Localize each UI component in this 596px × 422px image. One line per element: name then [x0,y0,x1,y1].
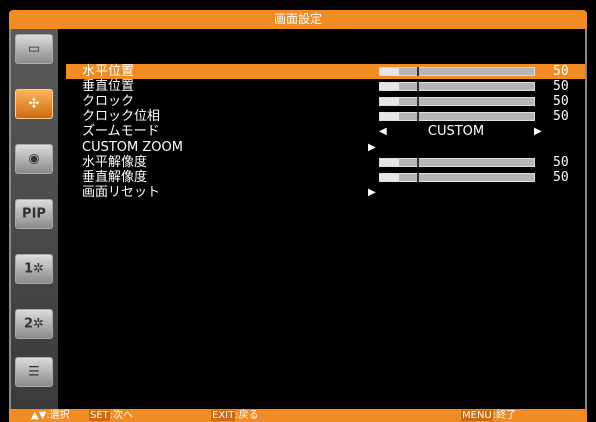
submenu-arrow-icon[interactable]: ▶ [368,186,376,199]
menu-item-label: 水平位置 [82,64,135,79]
screen-settings-icon[interactable]: ✣ [15,89,53,119]
set-hint: SET:次へ [89,409,133,422]
menu-item-value: 50 [553,169,569,185]
setup2-icon[interactable]: 2✲ [15,309,53,339]
menu-hint-text: :終了 [492,410,517,421]
slider-handle[interactable] [416,82,419,92]
menu-item[interactable]: ズームモード ◀ CUSTOM ▶ [66,124,585,139]
menu-item-label: 垂直解像度 [82,169,148,185]
info-icon[interactable]: ☰ [15,357,53,387]
menu-key: MENU [461,410,493,421]
menu-item-label: クロック位相 [82,109,161,125]
menu-item-label: 垂直位置 [82,79,135,95]
setup1-icon-glyph: 1✲ [24,261,44,277]
picture-icon-glyph: ▭ [27,41,41,57]
menu-item-label: CUSTOM ZOOM [82,139,183,155]
menu-item-value: 50 [553,64,569,79]
exit-key: EXIT [211,410,236,421]
set-key: SET [89,410,110,421]
screen-settings-icon-glyph: ✣ [28,96,40,112]
menu-item-value: 50 [553,79,569,95]
menu-item[interactable]: 垂直位置 50 [66,79,585,94]
menu-item-value: 50 [553,109,569,125]
menu-item[interactable]: 画面リセット ▶ [66,185,585,200]
nav-hint: ▲▼:選択 [31,410,70,421]
slider-handle[interactable] [416,157,419,167]
slider-fill [380,83,400,91]
menu-title-bar: 画面設定 [9,10,587,29]
menu-hint: MENU:終了 [461,409,516,422]
slider-fill [380,173,400,181]
slider-fill [380,68,400,75]
slider-handle[interactable] [416,97,419,107]
menu-item-label: クロック [82,94,135,110]
frame-right-border [585,29,587,409]
picture-icon[interactable]: ▭ [15,34,53,64]
value-slider[interactable] [379,112,535,122]
value-slider[interactable] [379,172,535,182]
menu-item-value: 50 [553,154,569,170]
category-sidebar: ▭ ✣ ◉ PIP 1✲ 2✲ ☰ [11,29,58,409]
exit-hint: EXIT:戻る [211,409,259,422]
slider-handle[interactable] [416,67,419,76]
menu-item-label: 水平解像度 [82,154,148,170]
slider-fill [380,158,400,166]
pip-icon-glyph: PIP [22,206,46,222]
menu-item[interactable]: クロック 50 [66,94,585,109]
set-hint-text: :次へ [109,410,134,421]
right-arrow-icon[interactable]: ▶ [534,125,542,138]
menu-item[interactable]: クロック位相 50 [66,109,585,124]
menu-title: 画面設定 [273,12,322,26]
audio-icon-glyph: ◉ [28,151,40,167]
slider-fill [380,113,400,121]
menu-item[interactable]: 水平位置 50 [66,64,585,79]
menu-item[interactable]: 水平解像度 50 [66,155,585,170]
setup1-icon[interactable]: 1✲ [15,254,53,284]
slider-handle[interactable] [416,172,419,182]
value-slider[interactable] [379,67,535,76]
left-arrow-icon[interactable]: ◀ [379,125,387,138]
slider-fill [380,98,400,106]
menu-item[interactable]: CUSTOM ZOOM ▶ [66,140,585,155]
zoom-mode-value: CUSTOM [427,124,485,140]
value-slider[interactable] [379,82,535,92]
key-guide-footer: ▲▼:選択 SET:次へ EXIT:戻る MENU:終了 [9,409,587,422]
audio-icon[interactable]: ◉ [15,144,53,174]
submenu-arrow-icon[interactable]: ▶ [368,141,376,154]
menu-item-label: 画面リセット [82,184,161,200]
menu-item[interactable]: 垂直解像度 50 [66,170,585,185]
slider-handle[interactable] [416,112,419,122]
pip-icon[interactable]: PIP [15,199,53,229]
value-slider[interactable] [379,157,535,167]
menu-item-value: 50 [553,94,569,110]
setup2-icon-glyph: 2✲ [24,316,44,332]
info-icon-glyph: ☰ [28,364,40,380]
value-slider[interactable] [379,97,535,107]
menu-item-label: ズームモード [82,124,160,140]
exit-hint-text: :戻る [235,410,259,421]
